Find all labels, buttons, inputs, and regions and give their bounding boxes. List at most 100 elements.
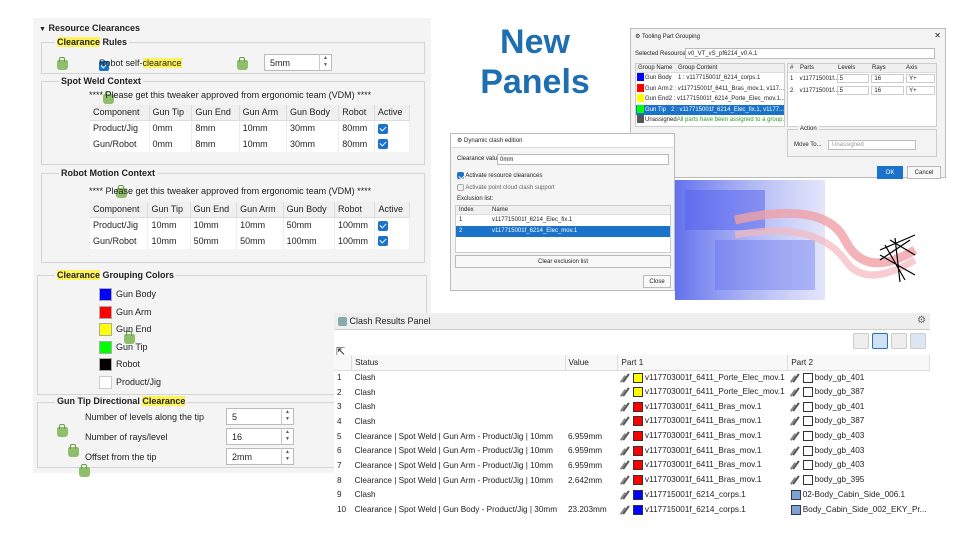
- pin-icon[interactable]: [621, 446, 631, 456]
- table-cell[interactable]: 100mm: [334, 233, 376, 249]
- table-cell[interactable]: 80mm: [338, 120, 375, 136]
- pin-icon[interactable]: [621, 505, 631, 515]
- close-icon[interactable]: ✕: [934, 31, 941, 40]
- clash-view-icon[interactable]: [872, 333, 888, 349]
- group-color-item[interactable]: Robot: [99, 358, 140, 371]
- table-cell[interactable]: 10mm: [236, 217, 284, 233]
- table-row[interactable]: 6 Clearance | Spot Weld | Gun Arm - Produ…: [334, 443, 930, 458]
- part2-cell[interactable]: body_gb_401: [788, 399, 930, 414]
- cube-icon[interactable]: [910, 333, 926, 349]
- cancel-button[interactable]: Cancel: [907, 166, 941, 179]
- collapse-arrow-icon[interactable]: ▼: [39, 26, 46, 33]
- parts-cell[interactable]: Y+: [906, 74, 935, 83]
- isolate-icon[interactable]: [891, 333, 907, 349]
- part1-cell[interactable]: v117703001f_6411_Bras_mov.1: [618, 473, 788, 488]
- part1-cell[interactable]: v117703001f_6411_Porte_Elec_mov.1: [618, 385, 788, 400]
- tweaker-icon[interactable]: [57, 57, 68, 70]
- table-row[interactable]: 2 Clash v117703001f_6411_Porte_Elec_mov.1 b…: [334, 385, 930, 400]
- col-part1[interactable]: Part 1: [617, 355, 789, 371]
- directional-field-input[interactable]: 16 ▲ ▼: [226, 428, 294, 445]
- group-color-item[interactable]: Gun End: [99, 323, 152, 336]
- pin-icon[interactable]: [791, 431, 801, 441]
- spin-arrows-icon[interactable]: ▲ ▼: [281, 449, 293, 464]
- col-part2[interactable]: Part 2: [787, 355, 930, 371]
- part2-cell[interactable]: body_gb_403: [788, 443, 930, 458]
- spin-arrows-icon[interactable]: ▲ ▼: [281, 429, 293, 444]
- tweaker-icon[interactable]: [79, 463, 90, 477]
- pin-icon[interactable]: [621, 402, 631, 412]
- parts-cell[interactable]: 16: [871, 86, 905, 95]
- resource-clearances-option[interactable]: Activate resource clearances: [457, 172, 542, 179]
- tweaker-icon[interactable]: [57, 423, 68, 437]
- selected-resource-field[interactable]: v0_VT_vS_pf6214_v0 A.1: [685, 48, 935, 59]
- table-cell[interactable]: 8mm: [191, 120, 240, 136]
- table-cell[interactable]: 100mm: [334, 217, 376, 233]
- parts-cell[interactable]: Y+: [906, 86, 935, 95]
- gear-icon[interactable]: ⚙: [917, 315, 926, 326]
- directional-field-input[interactable]: 2mm ▲ ▼: [226, 448, 294, 465]
- col-value[interactable]: Value: [565, 355, 619, 371]
- checkbox-unchecked[interactable]: [457, 184, 464, 191]
- part2-cell[interactable]: Body_Cabin_Side_002_EKY_Pr...: [788, 502, 930, 517]
- group-row[interactable]: Unassigned All parts have been assigned t…: [636, 115, 784, 126]
- pin-icon[interactable]: [791, 460, 801, 470]
- table-row[interactable]: 7 Clearance | Spot Weld | Gun Arm - Produ…: [334, 458, 930, 473]
- close-button[interactable]: Close: [643, 275, 671, 288]
- clear-exclusion-button[interactable]: Clear exclusion list: [455, 255, 671, 268]
- table-cell[interactable]: 10mm: [239, 120, 287, 136]
- robot-self-clearance-input[interactable]: 5mm ▲ ▼: [264, 54, 332, 71]
- active-checkbox[interactable]: [377, 123, 388, 134]
- spin-arrows-icon[interactable]: ▲ ▼: [281, 409, 293, 424]
- table-cell[interactable]: 50mm: [190, 233, 238, 249]
- active-checkbox[interactable]: [377, 139, 388, 150]
- pin-icon[interactable]: [791, 387, 801, 397]
- table-cell[interactable]: 30mm: [286, 120, 340, 136]
- point-cloud-option[interactable]: Activate point cloud clash support: [457, 184, 555, 191]
- group-color-item[interactable]: Product/Jig: [99, 375, 161, 389]
- table-cell[interactable]: 8mm: [191, 136, 240, 152]
- table-cell[interactable]: 0mm: [149, 136, 193, 152]
- active-checkbox[interactable]: [378, 236, 389, 247]
- color-swatch[interactable]: [99, 375, 112, 389]
- group-color-item[interactable]: Gun Body: [99, 288, 156, 301]
- table-cell[interactable]: 100mm: [283, 233, 336, 249]
- table-row[interactable]: 10 Clearance | Spot Weld | Gun Body - Pro…: [334, 502, 930, 517]
- parts-cell[interactable]: 16: [871, 74, 905, 83]
- part1-cell[interactable]: v117703001f_6411_Bras_mov.1: [618, 443, 788, 458]
- part1-cell[interactable]: v117715001f_6214_corps.1: [618, 488, 788, 503]
- table-cell[interactable]: 80mm: [338, 136, 375, 152]
- pin-icon[interactable]: [621, 475, 631, 485]
- part1-cell[interactable]: v117703001f_6411_Bras_mov.1: [618, 458, 788, 473]
- part2-cell[interactable]: body_gb_401: [788, 370, 930, 385]
- exclusion-row[interactable]: 1 v117715001f_6214_Elec_fix.1: [456, 215, 670, 226]
- pin-icon[interactable]: [791, 402, 801, 412]
- eraser-icon[interactable]: [853, 333, 869, 349]
- table-row[interactable]: 3 Clash v117703001f_6411_Bras_mov.1 body_gb…: [334, 399, 930, 414]
- pin-icon[interactable]: [621, 490, 631, 500]
- pin-icon[interactable]: [791, 446, 801, 456]
- col-status[interactable]: Status: [351, 355, 566, 371]
- part1-cell[interactable]: v117715001f_6214_corps.1: [618, 502, 788, 517]
- pin-icon[interactable]: [621, 387, 631, 397]
- parts-cell[interactable]: 5: [836, 74, 870, 83]
- part2-cell[interactable]: 02-Body_Cabin_Side_006.1: [788, 488, 930, 503]
- parts-cell[interactable]: 5: [836, 86, 870, 95]
- color-swatch[interactable]: [99, 288, 112, 301]
- part1-cell[interactable]: v117703001f_6411_Bras_mov.1: [618, 414, 788, 429]
- table-cell[interactable]: 30mm: [286, 136, 340, 152]
- table-row[interactable]: 4 Clash v117703001f_6411_Bras_mov.1 body_gb…: [334, 414, 930, 429]
- table-row[interactable]: 8 Clearance | Spot Weld | Gun Arm - Produ…: [334, 473, 930, 488]
- exclusion-row[interactable]: 2 v117715001f_6214_Elec_mov.1: [456, 226, 670, 237]
- table-cell[interactable]: 50mm: [236, 233, 284, 249]
- clearance-value-input[interactable]: 0mm: [497, 154, 669, 165]
- table-row[interactable]: 5 Clearance | Spot Weld | Gun Arm - Produ…: [334, 429, 930, 444]
- part2-cell[interactable]: body_gb_403: [788, 458, 930, 473]
- group-color-item[interactable]: Gun Arm: [99, 305, 152, 319]
- tweaker-icon[interactable]: [237, 57, 249, 70]
- table-cell[interactable]: 0mm: [149, 120, 193, 136]
- table-cell[interactable]: 50mm: [283, 217, 336, 233]
- table-cell[interactable]: 10mm: [190, 217, 238, 233]
- color-swatch[interactable]: [99, 305, 112, 319]
- pin-icon[interactable]: [621, 460, 631, 470]
- pin-icon[interactable]: [791, 475, 801, 485]
